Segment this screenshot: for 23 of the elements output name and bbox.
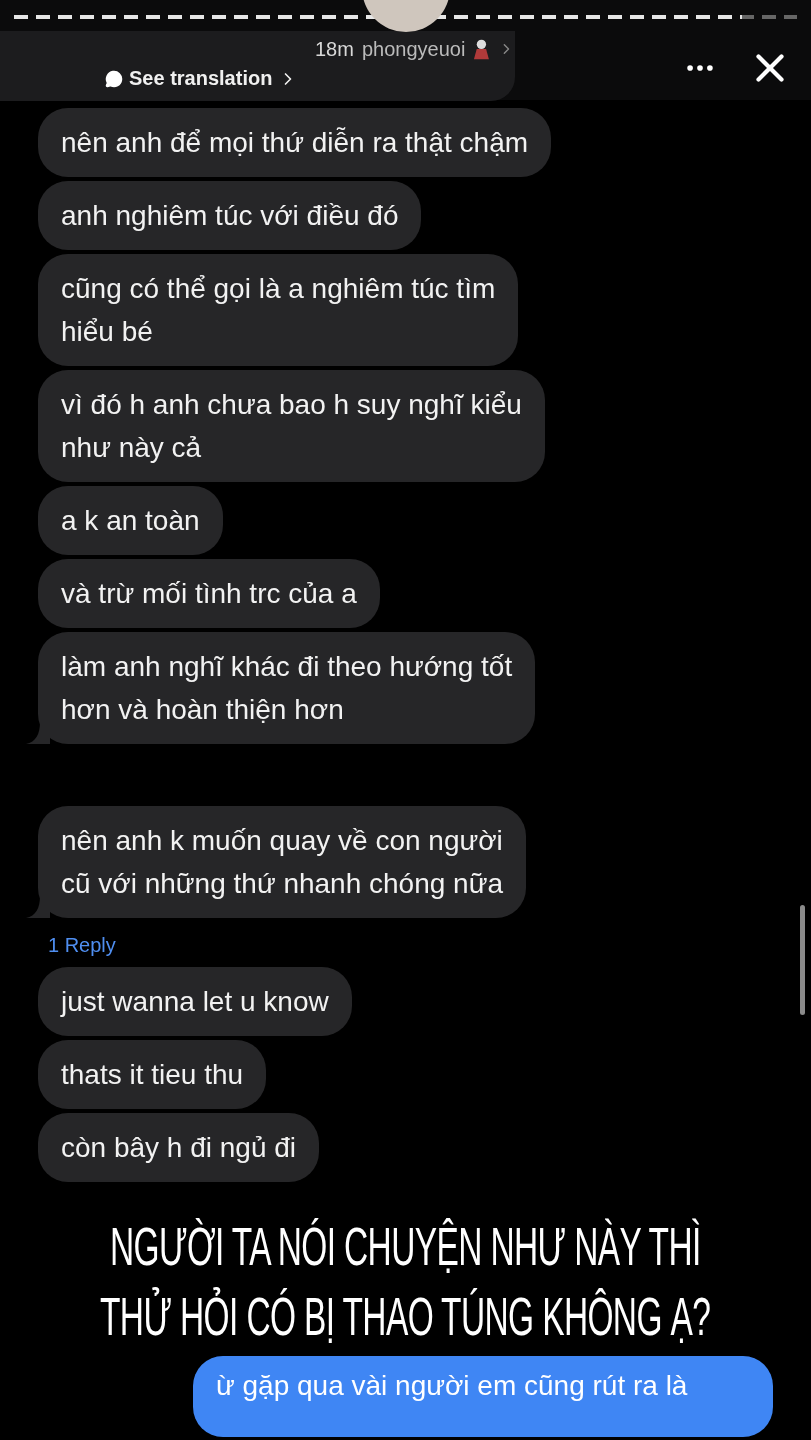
caption-text: NGƯỜI TA NÓI CHUYỆN NHƯ NÀY THÌ <box>110 1218 701 1274</box>
message-bubble: a k an toàn <box>38 486 223 555</box>
bubble-tail <box>26 722 50 744</box>
message-bubble: làm anh nghĩ khác đi theo hướng tốt hơn và hoàn thiện hơn <box>38 632 536 744</box>
message-bubble: còn bây h đi ngủ đi <box>38 1113 320 1182</box>
post-time: 18m <box>315 37 354 61</box>
message-bubble: thats it tieu thu <box>38 1040 267 1109</box>
username[interactable]: phongyeuoi <box>361 37 466 61</box>
sent-message-bubble: ừ gặp qua vài người em cũng rút ra là <box>193 1356 773 1437</box>
bubble-tail <box>26 896 50 918</box>
person-icon <box>473 38 491 60</box>
message-bubble: anh nghiêm túc với điều đó <box>38 181 422 250</box>
message-bubble: nên anh k muốn quay về con người cũ với những thứ nhanh chóng nữa <box>38 806 526 918</box>
speech-bubble-icon <box>105 69 123 88</box>
message-bubble: nên anh để mọi thứ diễn ra thật chậm <box>38 108 552 177</box>
message-bubble: just wanna let u know <box>38 967 352 1036</box>
scrollbar[interactable] <box>800 905 805 1015</box>
message-bubble: vì đó h anh chưa bao h suy nghĩ kiểu như này cả <box>38 370 545 482</box>
see-translation-link[interactable]: See translation <box>105 67 515 90</box>
caption-text: THỬ HỎI CÓ BỊ THAO TÚNG KHÔNG Ạ? <box>100 1288 711 1344</box>
message-bubble: và trừ mối tình trc của a <box>38 559 380 628</box>
message-bubble: cũng có thể gọi là a nghiêm túc tìm hiểu bé <box>38 254 519 366</box>
reply-count-link[interactable]: 1 Reply <box>48 934 116 957</box>
